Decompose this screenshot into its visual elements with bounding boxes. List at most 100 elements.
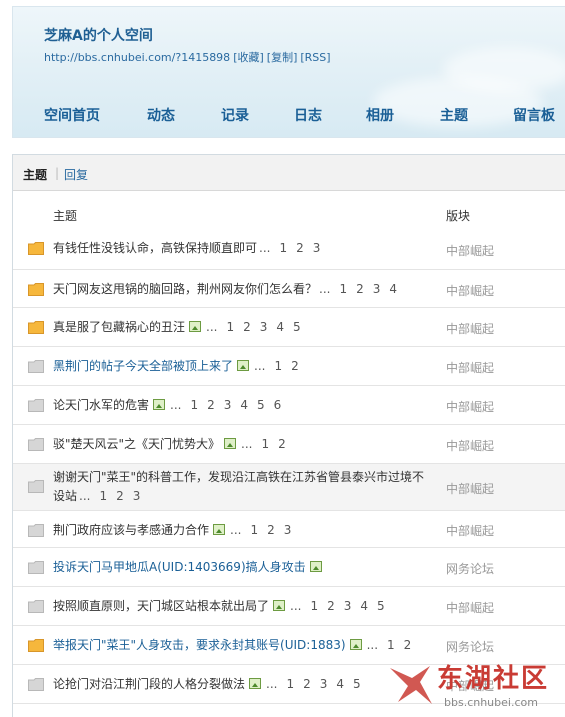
topic-title-link[interactable]: 天门网友这甩锅的脑回路，荆州网友你们怎么看？ xyxy=(53,282,317,296)
forum-link[interactable]: 中部崛起 xyxy=(446,320,494,337)
topic-title-link[interactable]: 有钱任性没钱认命，高铁保持顺直即可 xyxy=(53,241,257,255)
page-link[interactable]: 2 xyxy=(278,437,286,451)
page-link[interactable]: 2 xyxy=(207,398,215,412)
tab-topics[interactable]: 主题 xyxy=(23,166,47,183)
page-link[interactable]: 2 xyxy=(327,599,335,613)
forum-link[interactable]: 中部崛起 xyxy=(446,282,494,299)
page-link[interactable]: 6 xyxy=(274,398,282,412)
image-attachment-icon xyxy=(189,321,202,332)
topic-title-link[interactable]: 荆门政府应该与孝感通力合作 xyxy=(53,523,209,537)
forum-link[interactable]: 中部崛起 xyxy=(446,599,494,616)
page-link[interactable]: 4 xyxy=(360,599,368,613)
topic-title-link[interactable]: 黑荆门的帖子今天全部被顶上来了 xyxy=(53,359,233,373)
favorite-link[interactable]: [收藏] xyxy=(233,51,264,64)
page-link[interactable]: 4 xyxy=(240,398,248,412)
nav-blog[interactable]: 日志 xyxy=(294,105,322,125)
forum-link[interactable]: 中部崛起 xyxy=(446,398,494,415)
page-link[interactable]: 1 xyxy=(262,437,270,451)
image-attachment-icon xyxy=(224,438,237,449)
copy-link[interactable]: [复制] xyxy=(267,51,298,64)
folder-icon xyxy=(28,524,44,537)
page-link[interactable]: 2 xyxy=(404,638,412,652)
page-link[interactable]: 1 xyxy=(250,523,258,537)
page-link[interactable]: 4 xyxy=(276,320,284,334)
tab-separator: | xyxy=(55,166,60,180)
nav-records[interactable]: 记录 xyxy=(221,105,249,125)
page-link[interactable]: 5 xyxy=(377,599,385,613)
topic-row: 驳"楚天风云"之《天门忧势大》 ... 1 2 中部崛起 xyxy=(13,425,565,464)
pagination-ellipsis: ... xyxy=(79,489,91,503)
forum-link[interactable]: 中部崛起 xyxy=(446,359,494,376)
nav-album[interactable]: 相册 xyxy=(366,105,394,125)
nav-activity[interactable]: 动态 xyxy=(147,105,175,125)
page-link[interactable]: 2 xyxy=(303,677,311,691)
page-link[interactable]: 1 xyxy=(190,398,198,412)
page-link[interactable]: 2 xyxy=(296,241,304,255)
page-link[interactable]: 2 xyxy=(291,359,299,373)
image-attachment-icon xyxy=(237,360,250,371)
page-link[interactable]: 5 xyxy=(257,398,265,412)
topic-title-cell: 有钱任性没钱认命，高铁保持顺直即可... 1 2 3 xyxy=(53,239,433,258)
image-attachment-icon xyxy=(309,561,322,572)
page-link[interactable]: 1 xyxy=(274,359,282,373)
topic-title-link[interactable]: 按照顺直原则，天门城区站根本就出局了 xyxy=(53,599,269,613)
pagination-ellipsis: ... xyxy=(206,320,218,334)
topic-row: 天门网友这甩锅的脑回路，荆州网友你们怎么看？... 1 2 3 4 中部崛起 xyxy=(13,270,565,308)
forum-link[interactable]: 中部崛起 xyxy=(446,437,494,454)
page-link[interactable]: 4 xyxy=(389,282,397,296)
topic-title-link[interactable]: 举报天门"菜王"人身攻击，要求永封其账号(UID:1883) xyxy=(53,638,346,652)
pagination: ... 1 2 3 4 5 6 xyxy=(168,398,281,412)
tab-replies[interactable]: 回复 xyxy=(64,166,88,183)
nav-guestbook[interactable]: 留言板 xyxy=(513,105,555,125)
topic-title-link[interactable]: 投诉天门马甲地瓜A(UID:1403669)搞人身攻击 xyxy=(53,560,306,574)
topic-title-link[interactable]: 论天门水军的危害 xyxy=(53,398,149,412)
forum-link[interactable]: 中部崛起 xyxy=(446,522,494,539)
nav-home[interactable]: 空间首页 xyxy=(44,105,100,125)
topic-title-link[interactable]: 真是服了包藏祸心的丑汪 xyxy=(53,320,185,334)
page-link[interactable]: 3 xyxy=(260,320,268,334)
topic-row: 按照顺直原则，天门城区站根本就出局了... 1 2 3 4 5 中部崛起 xyxy=(13,587,565,626)
pagination-ellipsis: ... xyxy=(254,359,266,373)
forum-link[interactable]: 中部崛起 xyxy=(446,480,494,497)
topic-title-link[interactable]: 驳"楚天风云"之《天门忧势大》 xyxy=(53,437,220,451)
nav-topics[interactable]: 主题 xyxy=(440,105,468,125)
pagination: ... 1 2 3 xyxy=(228,523,291,537)
pagination: ... 1 2 xyxy=(239,437,286,451)
topic-row: 真是服了包藏祸心的丑汪... 1 2 3 4 5 中部崛起 xyxy=(13,308,565,347)
space-title[interactable]: 芝麻A的个人空间 xyxy=(44,25,153,45)
page-link[interactable]: 2 xyxy=(243,320,251,334)
page-link[interactable]: 1 xyxy=(99,489,107,503)
page-link[interactable]: 3 xyxy=(320,677,328,691)
topic-title-cell: 黑荆门的帖子今天全部被顶上来了... 1 2 xyxy=(53,357,433,376)
page-link[interactable]: 1 xyxy=(226,320,234,334)
topic-title-cell: 举报天门"菜王"人身攻击，要求永封其账号(UID:1883)... 1 2 xyxy=(53,636,433,655)
rss-link[interactable]: [RSS] xyxy=(300,51,330,64)
page-link[interactable]: 2 xyxy=(267,523,275,537)
page-link[interactable]: 1 xyxy=(387,638,395,652)
space-url-link[interactable]: http://bbs.cnhubei.com/?1415898 xyxy=(44,51,230,64)
page-link[interactable]: 3 xyxy=(373,282,381,296)
page-link[interactable]: 2 xyxy=(356,282,364,296)
forum-link[interactable]: 网务论坛 xyxy=(446,638,494,655)
forum-link[interactable]: 中部崛起 xyxy=(446,242,494,259)
page-link[interactable]: 3 xyxy=(224,398,232,412)
forum-link[interactable]: 网务论坛 xyxy=(446,560,494,577)
page-link[interactable]: 1 xyxy=(310,599,318,613)
folder-icon xyxy=(28,600,44,613)
page-link[interactable]: 3 xyxy=(344,599,352,613)
folder-icon xyxy=(28,283,44,296)
page-link[interactable]: 1 xyxy=(279,241,287,255)
page-link[interactable]: 3 xyxy=(284,523,292,537)
watermark-text: 东湖社区 xyxy=(437,664,550,694)
page-link[interactable]: 5 xyxy=(353,677,361,691)
topic-title-link[interactable]: 论抢门对沿江荆门段的人格分裂做法 xyxy=(53,677,245,691)
page-link[interactable]: 5 xyxy=(293,320,301,334)
image-attachment-icon xyxy=(249,678,262,689)
page-link[interactable]: 4 xyxy=(336,677,344,691)
page-link[interactable]: 3 xyxy=(313,241,321,255)
page-link[interactable]: 1 xyxy=(339,282,347,296)
page-link[interactable]: 3 xyxy=(133,489,141,503)
pagination: ... 1 2 3 4 xyxy=(317,282,397,296)
page-link[interactable]: 1 xyxy=(286,677,294,691)
page-link[interactable]: 2 xyxy=(116,489,124,503)
